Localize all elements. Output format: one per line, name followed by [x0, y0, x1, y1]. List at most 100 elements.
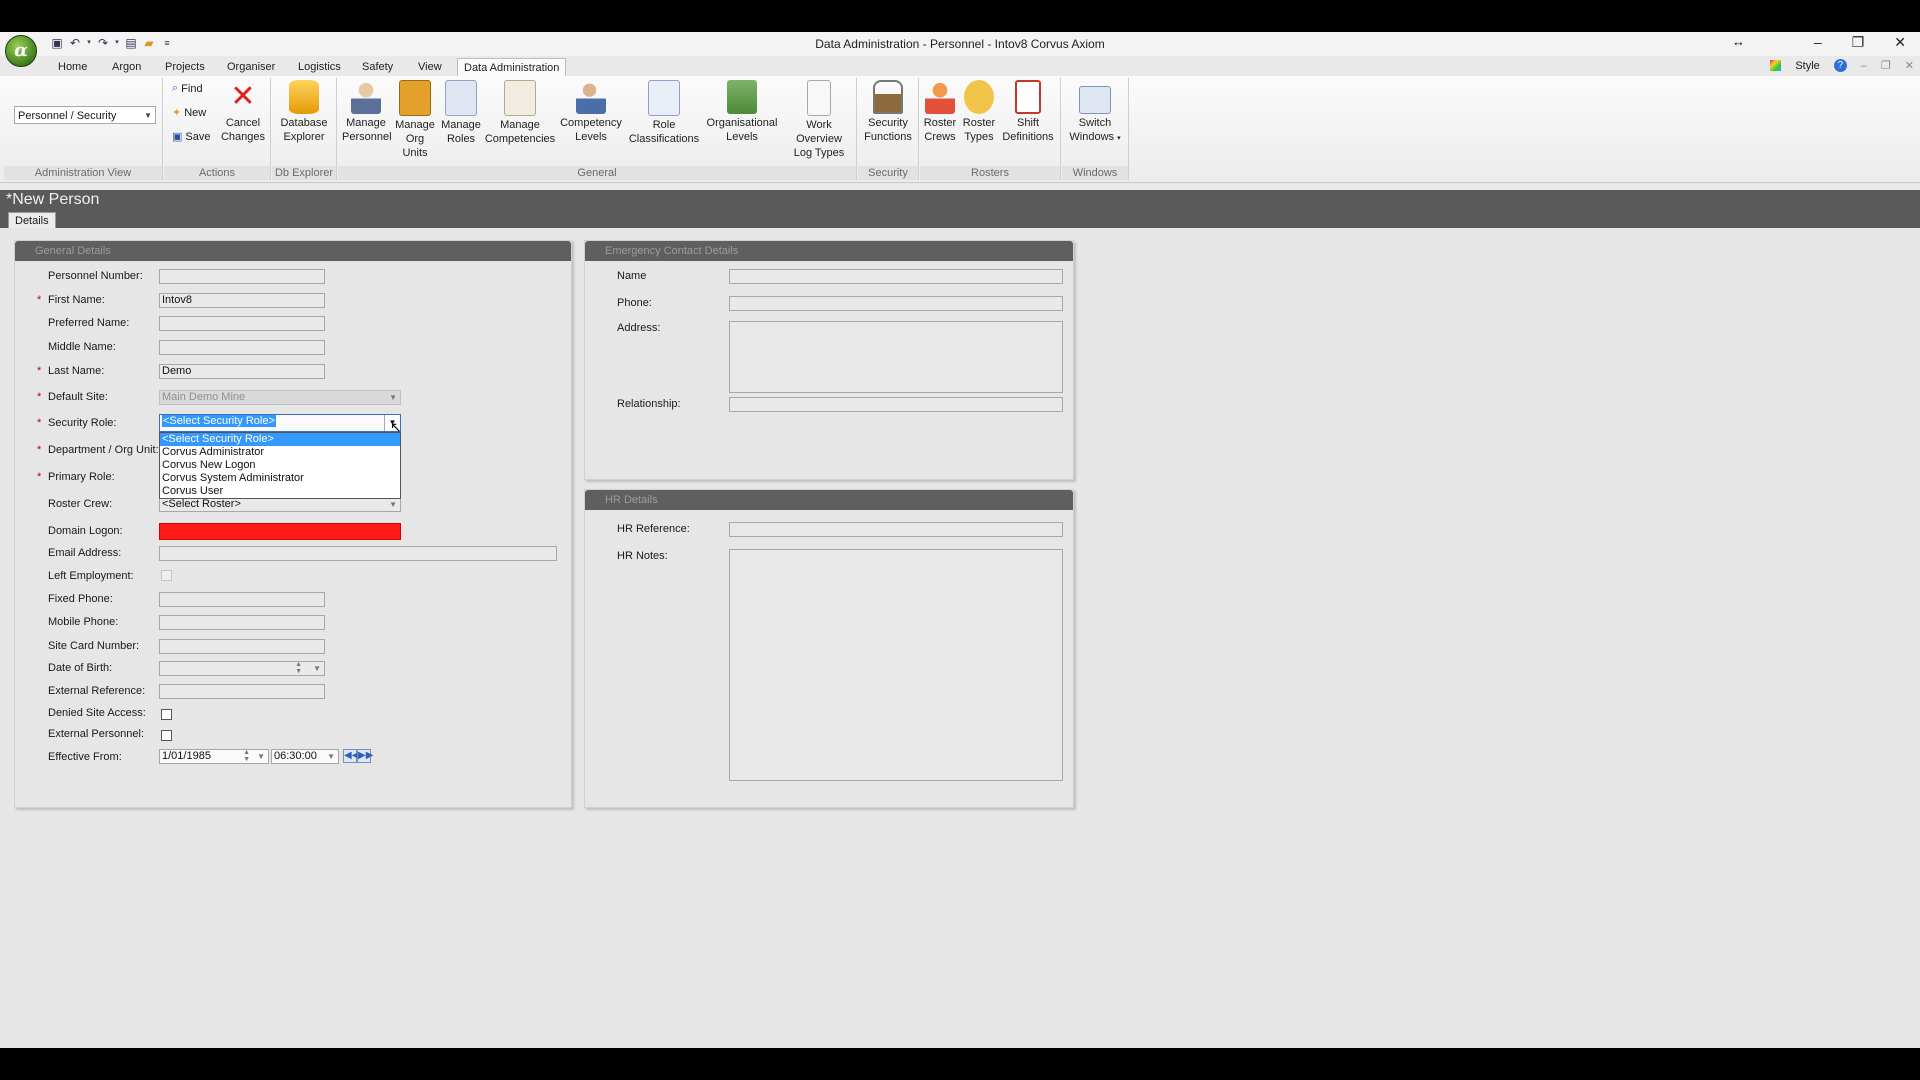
denied-site-label: Denied Site Access: [48, 707, 146, 719]
organisational-levels-button[interactable]: Organisational Levels [704, 80, 780, 144]
mobile-phone-field[interactable] [159, 615, 325, 630]
competency-levels-button[interactable]: Competency Levels [558, 80, 624, 144]
app-logo-icon[interactable]: α [5, 35, 37, 67]
switch-windows-icon [1079, 86, 1111, 114]
primary-role-label: Primary Role: [48, 471, 115, 483]
external-personnel-checkbox[interactable] [161, 730, 172, 741]
new-button[interactable]: ✦ New [172, 106, 206, 120]
site-card-field[interactable] [159, 639, 325, 654]
dropdown-option[interactable]: <Select Security Role> [160, 433, 400, 446]
restore-icon[interactable]: ❐ [1852, 34, 1865, 51]
security-role-select[interactable]: <Select Security Role> ▼ [159, 414, 401, 432]
find-button[interactable]: ⌕ Find [172, 82, 203, 95]
effective-time-field[interactable]: 06:30:00 ▼ [271, 749, 339, 764]
db-label-2: Explorer [283, 131, 325, 143]
domain-logon-field[interactable] [159, 523, 401, 540]
contact-name-field[interactable] [729, 269, 1063, 284]
chevron-down-icon[interactable]: ▼ [327, 750, 335, 763]
close-icon[interactable]: ✕ [1894, 34, 1906, 51]
manage-competencies-button[interactable]: Manage Competencies [484, 80, 556, 146]
spin-icon[interactable]: ▲ ▼ [295, 661, 302, 675]
default-site-select[interactable]: Main Demo Mine ▼ [159, 390, 401, 405]
competencies-certificate-icon [504, 80, 536, 116]
cancel-changes-button[interactable]: ✕ Cancel Changes [218, 80, 268, 144]
manage-roles-label-2: Roles [446, 133, 476, 145]
next-icon[interactable]: ▶▶ [357, 749, 373, 763]
roster-crew-select[interactable]: <Select Roster> ▼ [159, 497, 401, 512]
cancel-label-2: Changes [220, 131, 266, 143]
chevron-down-icon[interactable]: ▼ [313, 662, 321, 675]
hr-reference-label: HR Reference: [617, 523, 690, 535]
denied-site-checkbox[interactable] [161, 709, 172, 720]
dropdown-option[interactable]: Corvus User [160, 485, 400, 498]
tab-projects[interactable]: Projects [159, 58, 211, 76]
shift-definitions-button[interactable]: Shift Definitions [998, 80, 1058, 144]
tab-details[interactable]: Details [8, 212, 56, 229]
mdi-restore-icon[interactable]: ❐ [1881, 59, 1891, 72]
left-employment-checkbox[interactable] [161, 570, 172, 581]
external-ref-field[interactable] [159, 684, 325, 699]
middle-name-field[interactable] [159, 340, 325, 355]
tab-logistics[interactable]: Logistics [292, 58, 347, 76]
email-field[interactable] [159, 546, 557, 561]
group-general: Manage Personnel Manage Org Units Manage Ro… [338, 78, 857, 180]
effective-date-field[interactable]: 1/01/1985 ▲ ▼ ▼ [159, 749, 269, 764]
external-personnel-label: External Personnel: [48, 728, 144, 740]
group-security: Security Functions Security [858, 78, 919, 180]
group-label-windows: Windows [1062, 166, 1128, 180]
dob-field[interactable]: ▲ ▼ ▼ [159, 661, 325, 676]
effective-from-label: Effective From: [48, 751, 122, 763]
fixed-phone-field[interactable] [159, 592, 325, 607]
relationship-field[interactable] [729, 397, 1063, 412]
work-overview-log-types-button[interactable]: Work Overview Log Types [782, 80, 856, 160]
role-classifications-button[interactable]: Role Classifications [626, 80, 702, 146]
emergency-contact-header: Emergency Contact Details [585, 241, 1073, 261]
last-name-field[interactable]: Demo [159, 364, 325, 379]
security-role-label: Security Role: [48, 417, 117, 429]
tab-view[interactable]: View [412, 58, 448, 76]
tab-home[interactable]: Home [52, 58, 93, 76]
administration-view-select[interactable]: Personnel / Security ▼ [14, 106, 156, 124]
roster-types-button[interactable]: Roster Types [960, 80, 998, 144]
first-name-field[interactable]: Intov8 [159, 293, 325, 308]
left-employment-label: Left Employment: [48, 570, 134, 582]
contact-phone-field[interactable] [729, 296, 1063, 311]
save-button[interactable]: ▣ Save [172, 130, 210, 144]
tab-argon[interactable]: Argon [106, 58, 147, 76]
competency-levels-label-1: Competency [560, 117, 622, 129]
tab-organiser[interactable]: Organiser [221, 58, 281, 76]
manage-personnel-button[interactable]: Manage Personnel [342, 80, 392, 144]
resize-arrows-icon: ↔ [1732, 34, 1745, 49]
mdi-close-icon[interactable]: ✕ [1905, 59, 1914, 72]
mdi-minimize-icon[interactable]: – [1861, 60, 1867, 72]
hr-notes-field[interactable] [729, 549, 1063, 781]
manage-roles-button[interactable]: Manage Roles [440, 80, 482, 146]
security-functions-button[interactable]: Security Functions [860, 80, 916, 144]
preferred-name-field[interactable] [159, 316, 325, 331]
hr-reference-field[interactable] [729, 522, 1063, 537]
chevron-down-icon[interactable]: ▼ [257, 750, 265, 763]
dropdown-option[interactable]: Corvus Administrator [160, 446, 400, 459]
database-explorer-button[interactable]: Database Explorer [276, 80, 332, 144]
manage-org-units-label-2: Org Units [402, 133, 428, 159]
required-marker: * [37, 444, 42, 456]
roster-crews-button[interactable]: Roster Crews [920, 80, 960, 144]
role-classifications-label-2: Classifications [628, 133, 700, 145]
manage-org-units-button[interactable]: Manage Org Units [392, 80, 438, 160]
ribbon-tabs: Home Argon Projects Organiser Logistics … [0, 56, 1920, 77]
role-classifications-icon [648, 80, 680, 116]
minimize-icon[interactable]: – [1814, 34, 1822, 51]
general-details-header: General Details [15, 241, 571, 261]
personnel-number-field[interactable] [159, 269, 325, 284]
dropdown-option[interactable]: Corvus System Administrator [160, 472, 400, 485]
tab-data-administration[interactable]: Data Administration [457, 58, 567, 77]
switch-windows-button[interactable]: Switch Windows ▾ [1066, 80, 1124, 146]
dropdown-option[interactable]: Corvus New Logon [160, 459, 400, 472]
style-menu[interactable]: Style [1795, 60, 1819, 72]
contact-address-field[interactable] [729, 321, 1063, 393]
tab-safety[interactable]: Safety [356, 58, 399, 76]
spin-icon[interactable]: ▲ ▼ [243, 749, 250, 763]
contact-name-label: Name [617, 270, 647, 282]
help-icon[interactable]: ? [1833, 59, 1847, 72]
previous-icon[interactable]: ◀◀ [343, 749, 359, 763]
